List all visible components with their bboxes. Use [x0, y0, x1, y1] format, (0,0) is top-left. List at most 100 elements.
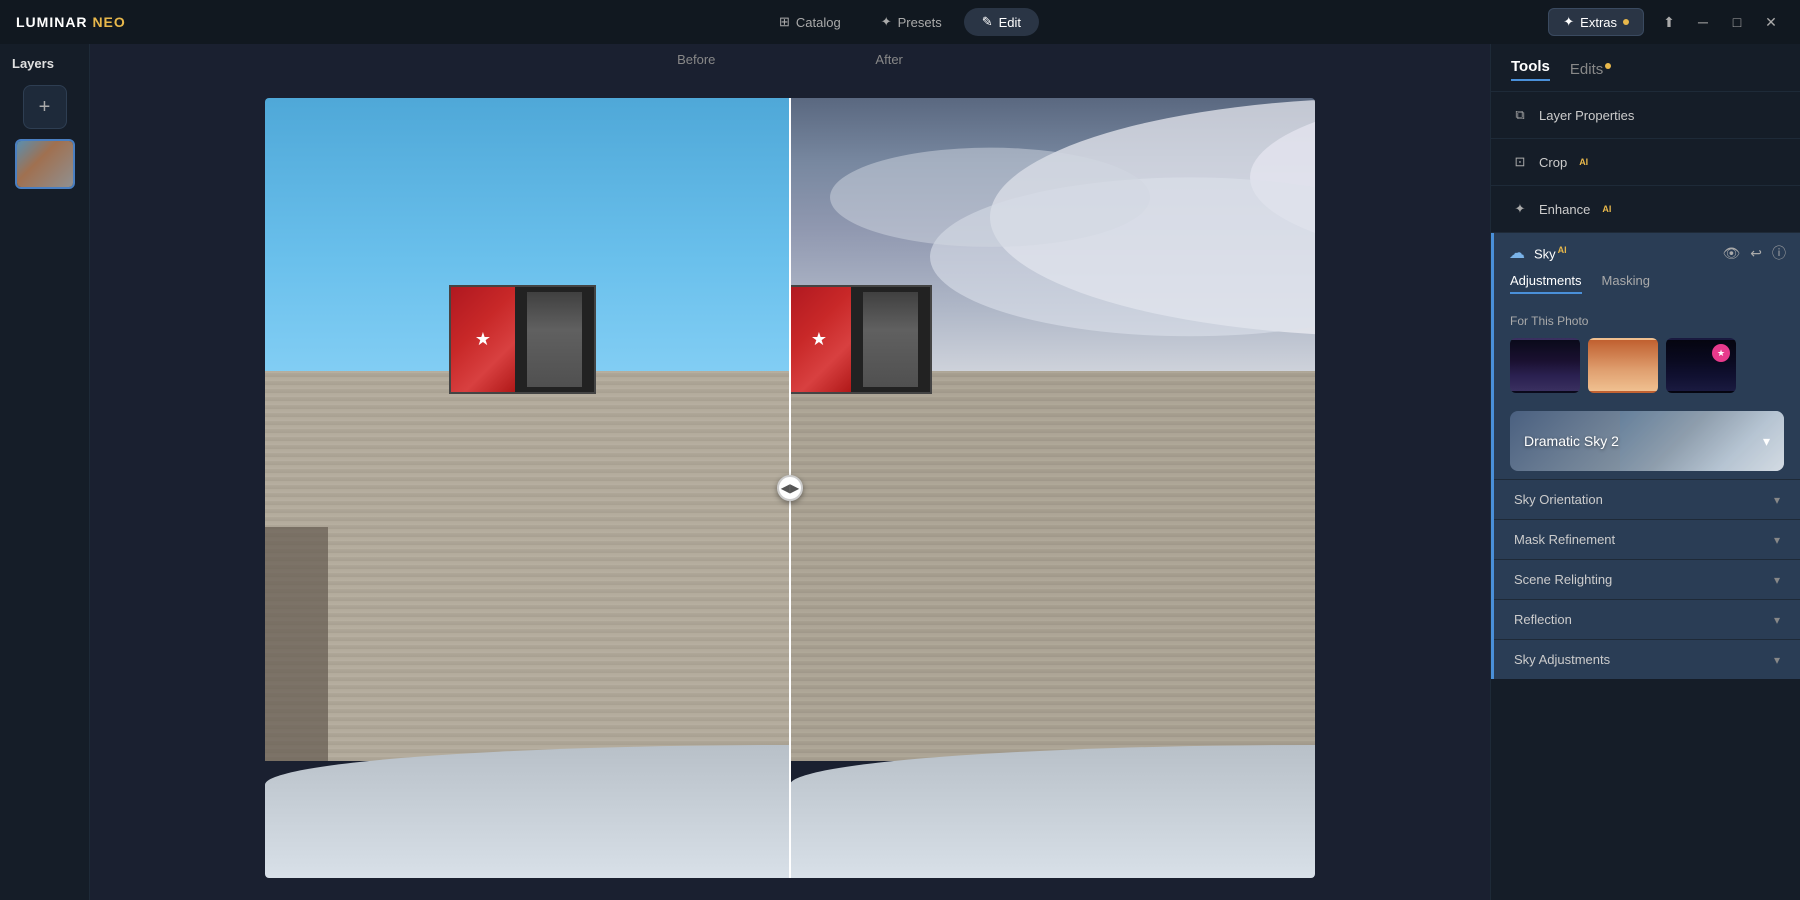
for-photo-section: For This Photo ★ [1494, 304, 1800, 403]
titlebar-right: ✦ Extras ⬆ ─ □ ✕ [1548, 8, 1784, 36]
reflection-header[interactable]: Reflection ▾ [1494, 600, 1800, 639]
sky-preset-galaxy[interactable] [1510, 338, 1580, 393]
reflection-arrow: ▾ [1774, 613, 1780, 627]
portrait-image-after [863, 292, 918, 387]
add-layer-button[interactable]: + [23, 85, 67, 129]
presets-icon: ✦ [881, 14, 892, 30]
canvas-wrapper: ★ [90, 75, 1490, 900]
tools-header: Tools Edits [1491, 44, 1800, 92]
layers-panel: Layers + [0, 44, 90, 900]
sky-reset-icon[interactable]: ↩ [1750, 245, 1762, 262]
sky-preset-sunset[interactable] [1588, 338, 1658, 393]
enhance-icon: ✦ [1511, 200, 1529, 218]
star-symbol-after: ★ [811, 329, 827, 350]
sky-orientation-arrow: ▾ [1774, 493, 1780, 507]
for-photo-title: For This Photo [1510, 314, 1784, 328]
after-label: After [795, 52, 902, 67]
sky-label: SkyAI [1534, 245, 1714, 261]
sky-icon: ☁ [1508, 244, 1526, 262]
tab-edits[interactable]: Edits [1570, 61, 1611, 78]
billboard-portrait [515, 287, 594, 392]
plus-icon: + [39, 96, 51, 119]
upload-button[interactable]: ⬆ [1656, 9, 1682, 35]
app-logo-accent: NEO [92, 14, 125, 30]
tool-crop[interactable]: ⊡ CropAI [1491, 143, 1800, 181]
crop-icon: ⊡ [1511, 153, 1529, 171]
app-logo: LUMINAR NEO [16, 14, 126, 30]
tool-layer-properties[interactable]: ⧉ Layer Properties [1491, 96, 1800, 134]
sky-preset-badge: ★ [1712, 344, 1730, 362]
reflection-section: Reflection ▾ [1494, 599, 1800, 639]
nav-center: ⊞ Catalog ✦ Presets ✎ Edit [761, 8, 1039, 36]
window-controls: ⬆ ─ □ ✕ [1656, 9, 1784, 35]
divider-handle[interactable]: ◀▶ [777, 475, 803, 501]
scene-relighting-section: Scene Relighting ▾ [1494, 559, 1800, 599]
tools-panel: Tools Edits ⧉ Layer Properties ⊡ CropAI … [1490, 44, 1800, 900]
billboard-portrait-after [851, 287, 930, 392]
layer-thumbnail[interactable] [15, 139, 75, 189]
track-before [265, 745, 790, 878]
edits-dot [1605, 63, 1611, 69]
layer-thumb-image [17, 141, 73, 187]
before-after-divider: ◀▶ [789, 98, 791, 878]
extras-button[interactable]: ✦ Extras [1548, 8, 1644, 36]
sky-sub-tabs: Adjustments Masking [1494, 273, 1800, 304]
divider-arrows: ◀▶ [781, 481, 799, 495]
nav-catalog[interactable]: ⊞ Catalog [761, 8, 859, 36]
section-crop: ⊡ CropAI [1491, 139, 1800, 186]
sky-adjustments-arrow: ▾ [1774, 653, 1780, 667]
before-scene: ★ [265, 98, 790, 878]
extras-icon: ✦ [1563, 14, 1574, 30]
dramatic-sky-selector[interactable]: Dramatic Sky 2 ▾ [1510, 411, 1784, 471]
enhance-ai-badge: AI [1602, 204, 1611, 214]
sky-orientation-header[interactable]: Sky Orientation ▾ [1494, 480, 1800, 519]
sky-info-icon[interactable]: ⓘ [1772, 243, 1786, 263]
dramatic-sky-dropdown-arrow: ▾ [1763, 433, 1770, 450]
edit-icon: ✎ [982, 14, 993, 30]
main-layout: Layers + Before After [0, 44, 1800, 900]
layers-icon: ⧉ [1511, 106, 1529, 124]
tool-enhance[interactable]: ✦ EnhanceAI [1491, 190, 1800, 228]
layers-title: Layers [8, 56, 81, 71]
star-symbol: ★ [475, 329, 491, 350]
sub-tab-adjustments[interactable]: Adjustments [1510, 273, 1582, 294]
after-scene: ★ [790, 98, 1315, 878]
canvas-container: ★ [265, 98, 1315, 878]
tab-tools[interactable]: Tools [1511, 58, 1550, 81]
sky-adjustments-header[interactable]: Sky Adjustments ▾ [1494, 640, 1800, 679]
billboard-after: ★ [790, 285, 932, 394]
grandstands-after [790, 371, 1315, 761]
scene-relighting-arrow: ▾ [1774, 573, 1780, 587]
sky-ai-badge: AI [1558, 245, 1567, 255]
mask-refinement-arrow: ▾ [1774, 533, 1780, 547]
sky-presets-list: ★ [1510, 338, 1784, 393]
nav-presets[interactable]: ✦ Presets [863, 8, 960, 36]
catalog-icon: ⊞ [779, 14, 790, 30]
section-layer-properties: ⧉ Layer Properties [1491, 92, 1800, 139]
extras-dot [1623, 19, 1629, 25]
sky-visibility-icon[interactable]: 👁 [1722, 245, 1740, 262]
sky-preset-night[interactable]: ★ [1666, 338, 1736, 393]
sub-tab-masking[interactable]: Masking [1602, 273, 1650, 294]
dramatic-sky-label: Dramatic Sky 2 [1524, 433, 1619, 449]
sky-header-row: ☁ SkyAI 👁 ↩ ⓘ [1494, 233, 1800, 273]
billboard-before: ★ [449, 285, 596, 394]
crop-ai-badge: AI [1579, 157, 1588, 167]
sky-action-icons: 👁 ↩ ⓘ [1722, 243, 1786, 263]
scene-relighting-header[interactable]: Scene Relighting ▾ [1494, 560, 1800, 599]
maximize-button[interactable]: □ [1724, 9, 1750, 35]
minimize-button[interactable]: ─ [1690, 9, 1716, 35]
column-left [265, 527, 328, 761]
nav-edit[interactable]: ✎ Edit [964, 8, 1039, 36]
canvas-header: Before After [90, 44, 1490, 75]
sky-adjustments-section: Sky Adjustments ▾ [1494, 639, 1800, 679]
mask-refinement-section: Mask Refinement ▾ [1494, 519, 1800, 559]
mask-refinement-header[interactable]: Mask Refinement ▾ [1494, 520, 1800, 559]
section-sky: ☁ SkyAI 👁 ↩ ⓘ Adjustments Masking For Th… [1491, 233, 1800, 679]
canvas-area: Before After ★ [90, 44, 1490, 900]
sky-orientation-section: Sky Orientation ▾ [1494, 479, 1800, 519]
section-enhance: ✦ EnhanceAI [1491, 186, 1800, 233]
track-after [790, 745, 1315, 878]
grandstands-before [265, 371, 790, 761]
close-button[interactable]: ✕ [1758, 9, 1784, 35]
